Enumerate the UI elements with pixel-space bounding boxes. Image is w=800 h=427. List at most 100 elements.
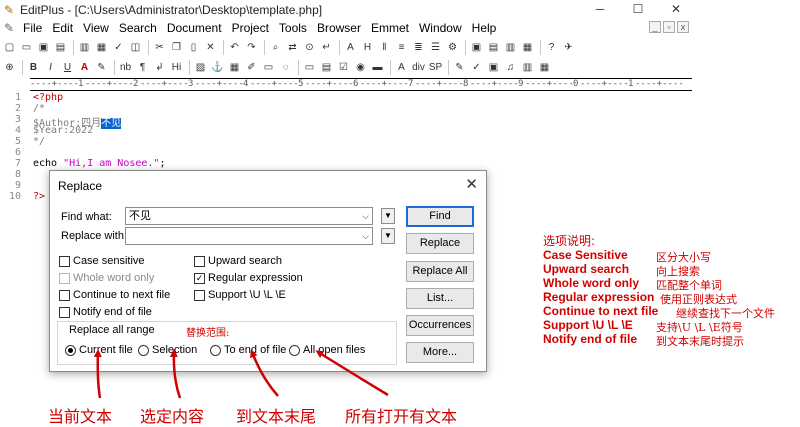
- edit-icon[interactable]: ✎: [452, 60, 467, 75]
- paragraph-icon[interactable]: ¶: [135, 60, 150, 75]
- font-icon[interactable]: A: [343, 40, 358, 55]
- new-file-icon[interactable]: ▢: [2, 40, 17, 55]
- pen-icon[interactable]: ✎: [94, 60, 109, 75]
- notify-end-of-file-checkbox[interactable]: Notify end of file: [59, 306, 152, 318]
- open-folder-icon[interactable]: ▭: [19, 40, 34, 55]
- upward-search-checkbox[interactable]: Upward search: [194, 255, 282, 267]
- help-icon[interactable]: ?: [544, 40, 559, 55]
- redo-icon[interactable]: ↷: [244, 40, 259, 55]
- menu-view[interactable]: View: [78, 21, 114, 35]
- save-all-icon[interactable]: ▤: [53, 40, 68, 55]
- menu-file[interactable]: File: [18, 21, 47, 35]
- anchor-icon[interactable]: ⚓: [210, 60, 225, 75]
- menu-browser[interactable]: Browser: [312, 21, 366, 35]
- word-wrap-icon[interactable]: ≡: [394, 40, 409, 55]
- span-icon[interactable]: SP: [428, 60, 443, 75]
- replace-regex-menu-button[interactable]: ▼: [381, 228, 395, 244]
- replace-with-input[interactable]: ⌵: [125, 227, 373, 245]
- window-cascade-icon[interactable]: ▤: [486, 40, 501, 55]
- find-button[interactable]: Find: [406, 206, 474, 227]
- pin-icon[interactable]: ✈: [561, 40, 576, 55]
- hex-viewer-icon[interactable]: H: [360, 40, 375, 55]
- support-ule-checkbox[interactable]: Support \U \L \E: [194, 289, 286, 301]
- fullscreen-icon[interactable]: ▦: [520, 40, 535, 55]
- find-icon[interactable]: ⌕: [268, 40, 283, 55]
- replace-icon[interactable]: ⇄: [285, 40, 300, 55]
- goto-line-icon[interactable]: ↵: [319, 40, 334, 55]
- mdi-close-icon[interactable]: x: [677, 21, 689, 33]
- save-html-icon[interactable]: ▣: [486, 60, 501, 75]
- menu-project[interactable]: Project: [227, 21, 274, 35]
- nbsp-icon[interactable]: nb: [118, 60, 133, 75]
- textbox-icon[interactable]: ▭: [302, 60, 317, 75]
- occurrences-button[interactable]: Occurrences: [406, 315, 474, 336]
- settings-gear-icon[interactable]: ⚙: [445, 40, 460, 55]
- window-tile-icon[interactable]: ▣: [469, 40, 484, 55]
- whole-word-checkbox[interactable]: Whole word only: [59, 272, 154, 284]
- menu-window[interactable]: Window: [414, 21, 467, 35]
- chevron-down-icon[interactable]: ⌵: [362, 228, 369, 244]
- range-all-open-radio[interactable]: All open files: [289, 344, 365, 356]
- copy-icon[interactable]: ❐: [169, 40, 184, 55]
- form-icon[interactable]: ▭: [261, 60, 276, 75]
- button-icon[interactable]: ▬: [370, 60, 385, 75]
- browser-preview-icon[interactable]: ◫: [128, 40, 143, 55]
- case-sensitive-checkbox[interactable]: Case sensitive: [59, 255, 145, 267]
- text-style-icon[interactable]: A: [394, 60, 409, 75]
- replace-button[interactable]: Replace: [406, 233, 474, 254]
- regular-expression-checkbox[interactable]: ✓ Regular expression: [194, 272, 303, 284]
- underline-icon[interactable]: U: [60, 60, 75, 75]
- continue-next-file-checkbox[interactable]: Continue to next file: [59, 289, 170, 301]
- undo-icon[interactable]: ↶: [227, 40, 242, 55]
- highlight-icon[interactable]: ✐: [244, 60, 259, 75]
- clip-icon[interactable]: ▥: [520, 60, 535, 75]
- dialog-close-icon[interactable]: ✕: [465, 175, 478, 193]
- div-icon[interactable]: div: [411, 60, 426, 75]
- range-to-end-radio[interactable]: To end of file: [210, 344, 286, 356]
- bold-icon[interactable]: B: [26, 60, 41, 75]
- delete-icon[interactable]: ✕: [203, 40, 218, 55]
- italic-icon[interactable]: I: [43, 60, 58, 75]
- list-button[interactable]: List...: [406, 288, 474, 309]
- print-icon[interactable]: ▦: [94, 40, 109, 55]
- music-icon[interactable]: ♫: [503, 60, 518, 75]
- window-split-icon[interactable]: ▥: [503, 40, 518, 55]
- maximize-icon[interactable]: ☐: [619, 0, 657, 19]
- close-icon[interactable]: ✕: [657, 0, 695, 19]
- comment-icon[interactable]: ◌: [278, 60, 293, 75]
- menu-help[interactable]: Help: [467, 21, 502, 35]
- mdi-restore-icon[interactable]: ▫: [663, 21, 675, 33]
- table-icon[interactable]: ▦: [227, 60, 242, 75]
- web-browser-icon[interactable]: ⊕: [2, 60, 17, 75]
- find-in-files-icon[interactable]: ⊙: [302, 40, 317, 55]
- check-icon[interactable]: ✓: [469, 60, 484, 75]
- image-icon[interactable]: ▨: [193, 60, 208, 75]
- print-preview-icon[interactable]: ▥: [77, 40, 92, 55]
- heading-icon[interactable]: Hi: [169, 60, 184, 75]
- break-icon[interactable]: ↲: [152, 60, 167, 75]
- spellcheck-icon[interactable]: ✓: [111, 40, 126, 55]
- ruler-icon[interactable]: ≣: [411, 40, 426, 55]
- find-what-input[interactable]: 不见 ⌵: [125, 207, 373, 225]
- menu-tools[interactable]: Tools: [274, 21, 312, 35]
- column-icon[interactable]: ‖: [377, 40, 392, 55]
- mdi-minimize-icon[interactable]: _: [649, 21, 661, 33]
- cut-icon[interactable]: ✂: [152, 40, 167, 55]
- menu-emmet[interactable]: Emmet: [366, 21, 414, 35]
- paste-icon[interactable]: ▯: [186, 40, 201, 55]
- checkbox-icon[interactable]: ☑: [336, 60, 351, 75]
- replace-all-button[interactable]: Replace All: [406, 261, 474, 282]
- radio-icon[interactable]: ◉: [353, 60, 368, 75]
- menu-search[interactable]: Search: [114, 21, 162, 35]
- menu-edit[interactable]: Edit: [47, 21, 78, 35]
- range-current-file-radio[interactable]: Current file: [65, 344, 133, 356]
- menu-document[interactable]: Document: [162, 21, 227, 35]
- textarea-icon[interactable]: ▤: [319, 60, 334, 75]
- find-regex-menu-button[interactable]: ▼: [381, 208, 395, 224]
- font-color-icon[interactable]: A: [77, 60, 92, 75]
- more-button[interactable]: More...: [406, 342, 474, 363]
- range-selection-radio[interactable]: Selection: [138, 344, 197, 356]
- chevron-down-icon[interactable]: ⌵: [362, 208, 369, 224]
- line-number-icon[interactable]: ☰: [428, 40, 443, 55]
- save-icon[interactable]: ▣: [36, 40, 51, 55]
